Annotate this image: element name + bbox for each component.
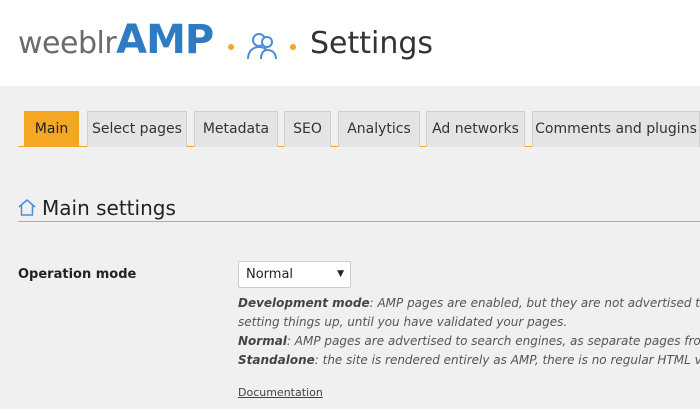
- header: weeblrAMP Settings: [0, 0, 700, 86]
- separator-dot: [228, 44, 234, 50]
- tab-analytics[interactable]: Analytics: [338, 111, 420, 147]
- tab-select-pages[interactable]: Select pages: [87, 111, 187, 147]
- tab-ad-networks[interactable]: Ad networks: [426, 111, 525, 147]
- help-term: Standalone: [238, 353, 315, 367]
- section-header: Main settings: [18, 194, 700, 222]
- separator-dot: [290, 44, 296, 50]
- help-line: Development mode: AMP pages are enabled,…: [238, 294, 700, 313]
- tab-main[interactable]: Main: [24, 111, 79, 147]
- section-title: Main settings: [42, 196, 176, 220]
- help-term: Development mode: [238, 296, 370, 310]
- home-icon: [18, 199, 36, 216]
- logo-amp: AMP: [116, 17, 214, 63]
- operation-mode-value: Normal: [246, 267, 294, 282]
- documentation-link[interactable]: Documentation: [238, 386, 323, 399]
- operation-mode-select[interactable]: Normal ▼: [238, 261, 351, 288]
- weeblramp-logo[interactable]: weeblrAMP: [18, 17, 214, 63]
- tab-bar: Main Select pages Metadata SEO Analytics…: [18, 111, 700, 147]
- help-text: : AMP pages are advertised to search eng…: [286, 334, 700, 348]
- help-line: Standalone: the site is rendered entirel…: [238, 351, 700, 370]
- help-text: : AMP pages are enabled, but they are no…: [369, 296, 700, 310]
- help-line: setting things up, until you have valida…: [238, 313, 700, 332]
- help-line: Normal: AMP pages are advertised to sear…: [238, 332, 700, 351]
- page-title: Settings: [310, 26, 434, 61]
- tab-seo[interactable]: SEO: [284, 111, 331, 147]
- caret-down-icon: ▼: [337, 269, 344, 279]
- logo-weeblr: weeblr: [18, 26, 117, 61]
- help-term: Normal: [238, 334, 287, 348]
- help-text: : the site is rendered entirely as AMP, …: [314, 353, 700, 367]
- operation-mode-label: Operation mode: [18, 267, 137, 282]
- help-text: setting things up, until you have valida…: [238, 315, 568, 329]
- tab-comments-and-plugins[interactable]: Comments and plugins: [532, 111, 700, 147]
- operation-mode-help: Development mode: AMP pages are enabled,…: [238, 294, 700, 384]
- tab-metadata[interactable]: Metadata: [194, 111, 278, 147]
- users-icon: [247, 33, 277, 60]
